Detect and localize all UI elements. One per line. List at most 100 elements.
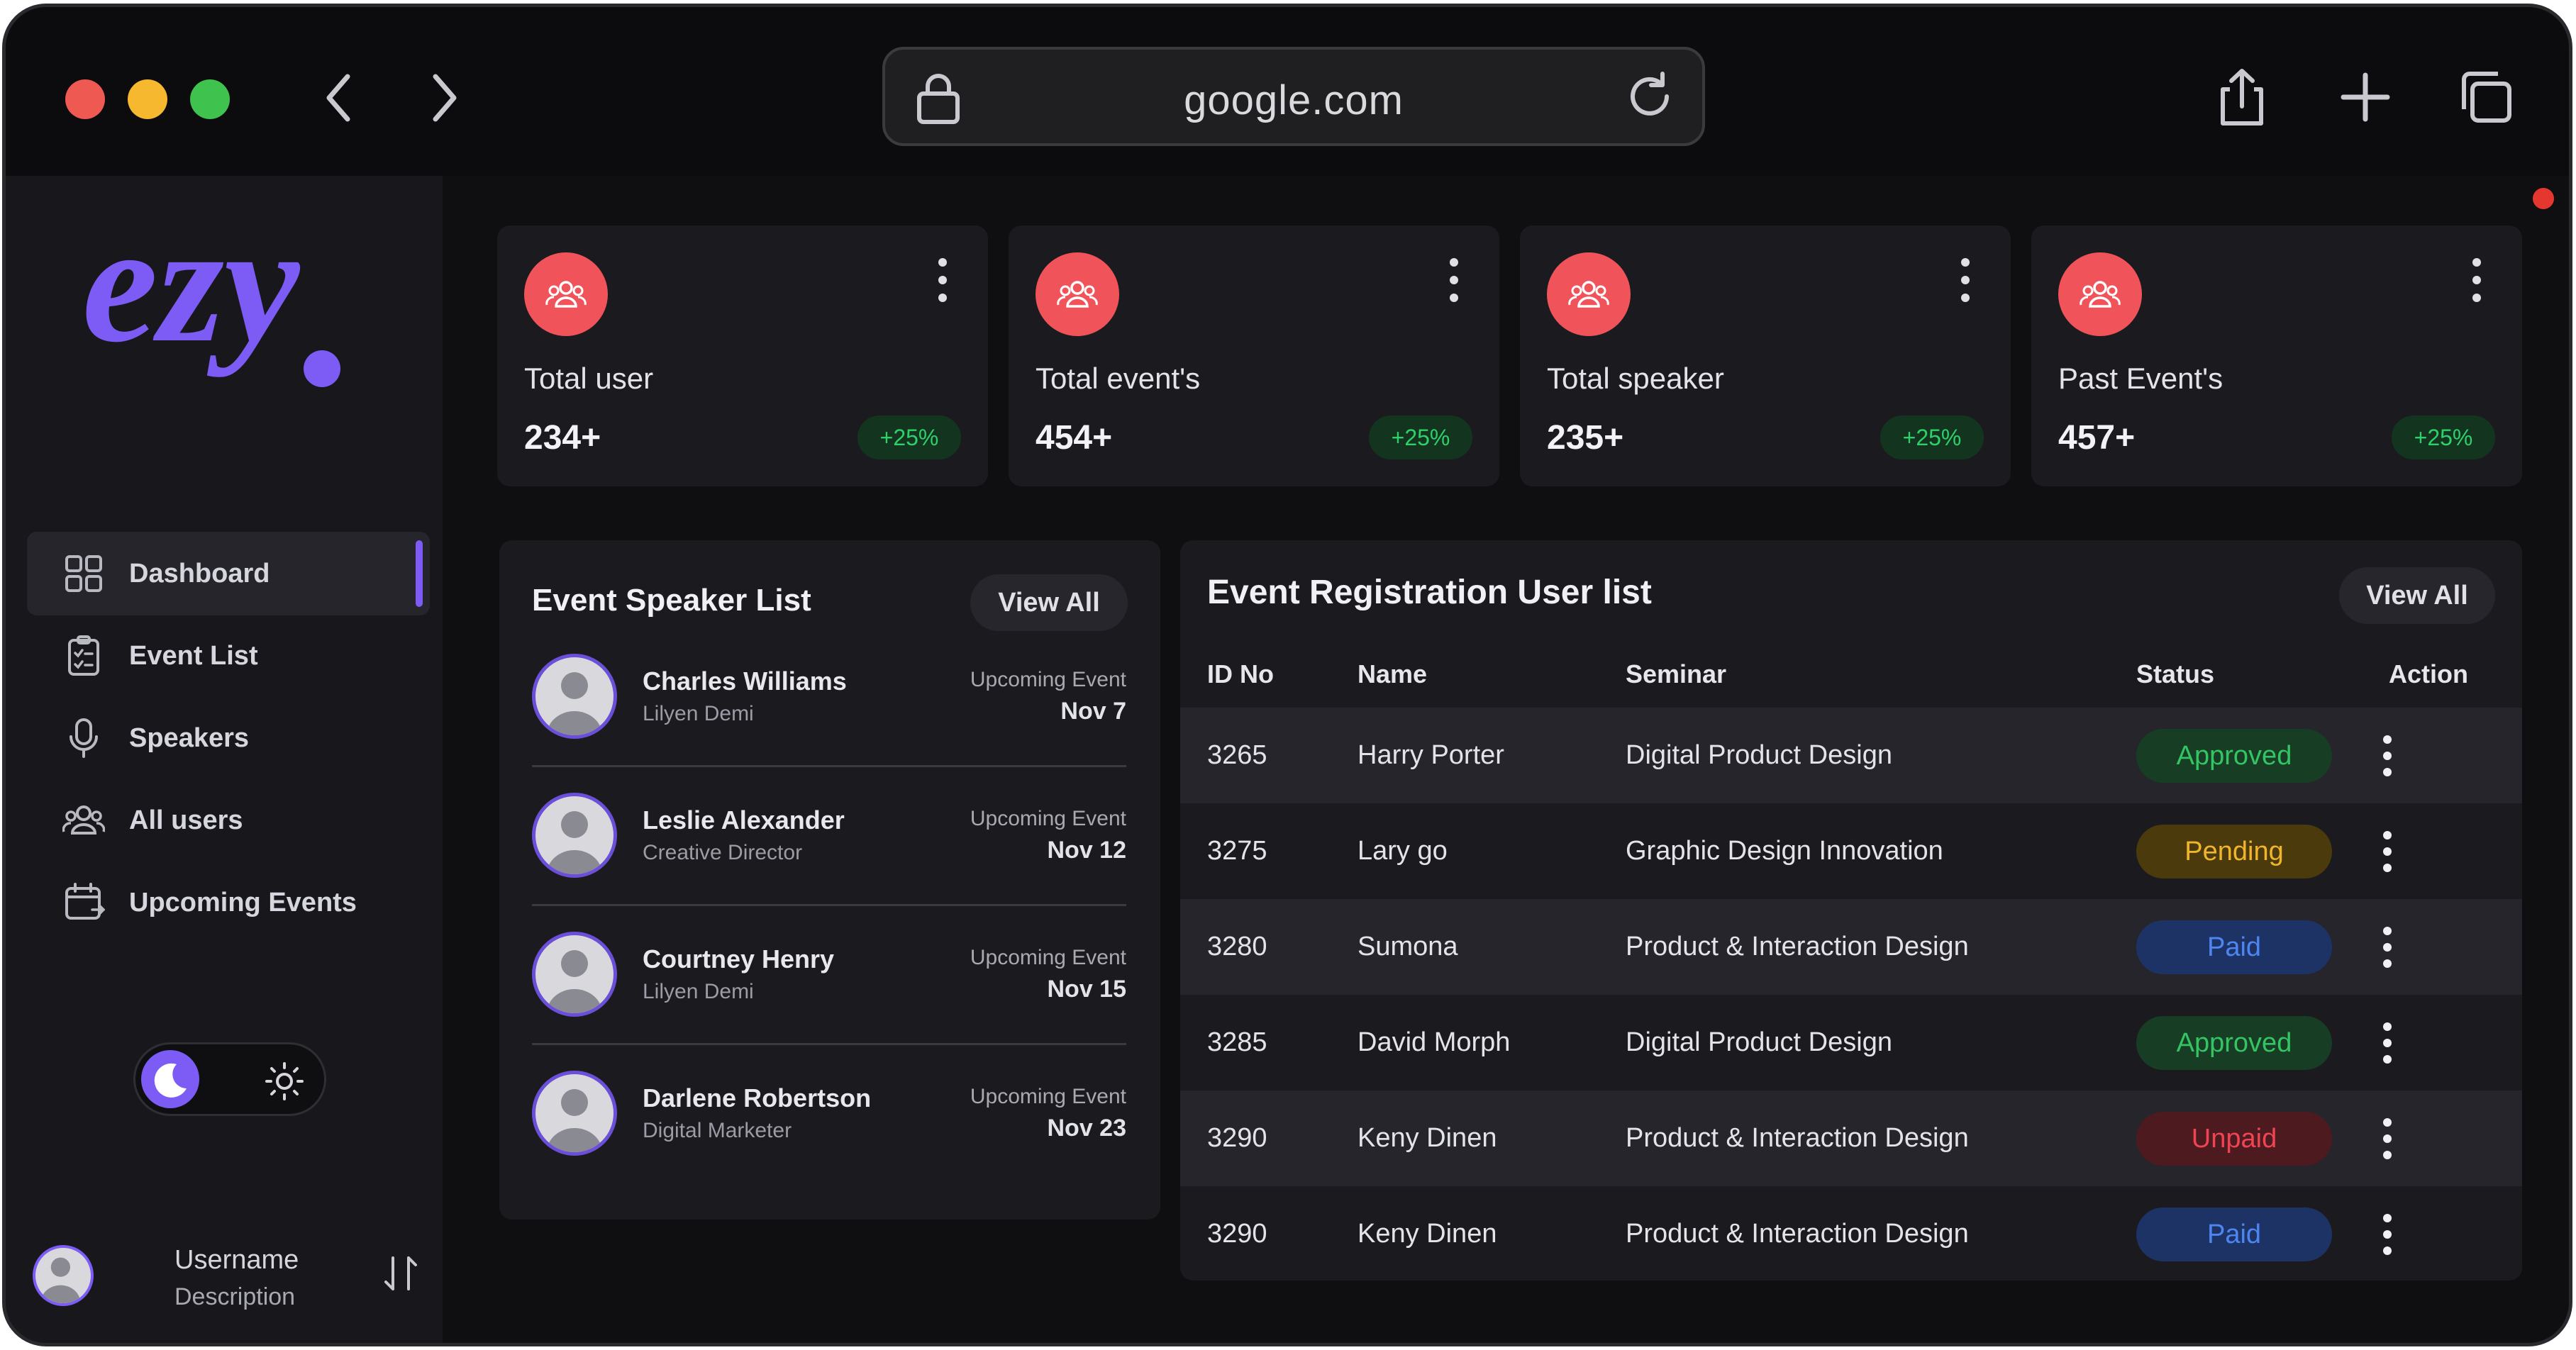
sidebar-item-event-list[interactable]: Event List	[27, 614, 430, 698]
address-bar[interactable]: google.com	[882, 47, 1705, 146]
cell-id: 3290	[1207, 1123, 1267, 1153]
cell-seminar: Product & Interaction Design	[1626, 932, 1969, 961]
reload-icon[interactable]	[1623, 69, 1677, 123]
recording-indicator	[2533, 188, 2554, 209]
sidebar-item-speakers[interactable]: Speakers	[27, 696, 430, 780]
cell-seminar: Digital Product Design	[1626, 1027, 1892, 1057]
view-all-registrations-button[interactable]: View All	[2339, 567, 2495, 624]
table-row[interactable]: 3265 Harry Porter Digital Product Design…	[1180, 708, 2522, 803]
event-date: Nov 12	[1047, 837, 1127, 864]
event-label: Upcoming Event	[970, 1085, 1126, 1108]
status-badge: Paid	[2136, 1207, 2332, 1261]
moon-icon	[154, 1063, 187, 1098]
new-tab-icon[interactable]	[2333, 65, 2397, 129]
grid-icon	[65, 555, 102, 592]
table-row[interactable]: 3290 Keny Dinen Product & Interaction De…	[1180, 1090, 2522, 1186]
tabs-overview-icon[interactable]	[2454, 65, 2518, 129]
column-header-name: Name	[1358, 659, 1428, 688]
registration-table-panel: Event Registration User list View All ID…	[1180, 540, 2522, 1281]
more-vertical-icon[interactable]	[2468, 255, 2485, 305]
minimize-window-button[interactable]	[128, 79, 167, 119]
cell-name: Harry Porter	[1358, 740, 1504, 770]
user-silhouette-icon	[40, 1257, 81, 1303]
stat-card-past-events: Past Event's 457+ +25%	[2031, 225, 2522, 486]
view-all-speakers-button[interactable]: View All	[970, 574, 1128, 631]
maximize-window-button[interactable]	[190, 79, 230, 119]
sidebar-item-dashboard[interactable]: Dashboard	[27, 532, 430, 615]
share-icon[interactable]	[2210, 65, 2274, 129]
column-header-action: Action	[2389, 659, 2468, 688]
calendar-icon	[65, 883, 105, 920]
more-vertical-icon[interactable]	[2379, 1020, 2396, 1066]
sidebar-item-label: All users	[129, 805, 243, 835]
stat-change-badge: +25%	[1369, 415, 1472, 459]
sidebar-item-all-users[interactable]: All users	[27, 779, 430, 862]
stat-label: Total speaker	[1547, 362, 1724, 395]
panel-title: Event Speaker List	[532, 583, 811, 618]
stat-value: 457+	[2058, 419, 2136, 457]
event-label: Upcoming Event	[970, 946, 1126, 969]
status-badge: Pending	[2136, 825, 2332, 878]
sidebar-item-label: Dashboard	[129, 558, 270, 588]
cell-name: Sumona	[1358, 932, 1458, 961]
table-row[interactable]: 3285 David Morph Digital Product Design …	[1180, 995, 2522, 1090]
cell-seminar: Product & Interaction Design	[1626, 1219, 1969, 1249]
more-vertical-icon[interactable]	[1445, 255, 1462, 305]
stat-change-badge: +25%	[2392, 415, 2495, 459]
status-badge: Paid	[2136, 920, 2332, 974]
speaker-name: Darlene Robertson	[643, 1083, 872, 1112]
ezy-logo: ezy	[82, 211, 340, 387]
event-date: Nov 7	[1060, 698, 1126, 725]
event-date: Nov 23	[1047, 1115, 1127, 1142]
cell-id: 3275	[1207, 836, 1267, 866]
more-vertical-icon[interactable]	[2379, 925, 2396, 970]
list-item[interactable]: Leslie Alexander Creative Director Upcom…	[532, 767, 1126, 906]
avatar[interactable]	[33, 1245, 94, 1306]
status-badge: Unpaid	[2136, 1112, 2332, 1166]
sidebar-item-label: Speakers	[129, 723, 250, 753]
event-label: Upcoming Event	[970, 807, 1126, 830]
microphone-icon	[70, 718, 98, 758]
more-vertical-icon[interactable]	[2379, 733, 2396, 779]
more-vertical-icon[interactable]	[2379, 1212, 2396, 1257]
list-item[interactable]: Darlene Robertson Digital Marketer Upcom…	[532, 1045, 1126, 1184]
column-header-id: ID No	[1207, 659, 1274, 688]
avatar	[532, 932, 617, 1017]
cell-name: Keny Dinen	[1358, 1219, 1497, 1249]
speaker-role: Lilyen Demi	[643, 980, 754, 1003]
event-label: Upcoming Event	[970, 668, 1126, 691]
account-switch-icon[interactable]	[383, 1252, 418, 1295]
theme-toggle-knob[interactable]	[141, 1050, 199, 1108]
stat-card-total-user: Total user 234+ +25%	[497, 225, 988, 486]
table-row[interactable]: 3280 Sumona Product & Interaction Design…	[1180, 899, 2522, 995]
list-item[interactable]: Courtney Henry Lilyen Demi Upcoming Even…	[532, 906, 1126, 1045]
table-row[interactable]: 3290 Keny Dinen Product & Interaction De…	[1180, 1186, 2522, 1281]
panel-title: Event Registration User list	[1207, 574, 1652, 611]
sun-icon[interactable]	[265, 1061, 304, 1101]
cell-seminar: Digital Product Design	[1626, 740, 1892, 770]
close-window-button[interactable]	[65, 79, 105, 119]
list-item[interactable]: Charles Williams Lilyen Demi Upcoming Ev…	[532, 628, 1126, 767]
cell-name: Keny Dinen	[1358, 1123, 1497, 1153]
table-row[interactable]: 3275 Lary go Graphic Design Innovation P…	[1180, 803, 2522, 899]
more-vertical-icon[interactable]	[1957, 255, 1974, 305]
stat-change-badge: +25%	[857, 415, 961, 459]
url-text[interactable]: google.com	[885, 77, 1702, 124]
stat-label: Total user	[524, 362, 654, 395]
cell-seminar: Product & Interaction Design	[1626, 1123, 1969, 1153]
forward-arrow-icon[interactable]	[423, 69, 465, 126]
cell-seminar: Graphic Design Innovation	[1626, 836, 1943, 866]
back-arrow-icon[interactable]	[318, 69, 360, 126]
user-name: Username	[174, 1245, 299, 1275]
users-icon	[1036, 252, 1119, 336]
more-vertical-icon[interactable]	[2379, 829, 2396, 874]
svg-text:ezy: ezy	[82, 211, 301, 377]
more-vertical-icon[interactable]	[934, 255, 951, 305]
more-vertical-icon[interactable]	[2379, 1116, 2396, 1161]
browser-window: google.com ezy Dashboard Event List Spea…	[2, 4, 2572, 1346]
users-icon	[2058, 252, 2142, 336]
theme-toggle[interactable]	[133, 1042, 326, 1116]
stat-value: 234+	[524, 419, 601, 457]
avatar	[532, 1071, 617, 1156]
sidebar-item-upcoming-events[interactable]: Upcoming Events	[27, 861, 430, 944]
